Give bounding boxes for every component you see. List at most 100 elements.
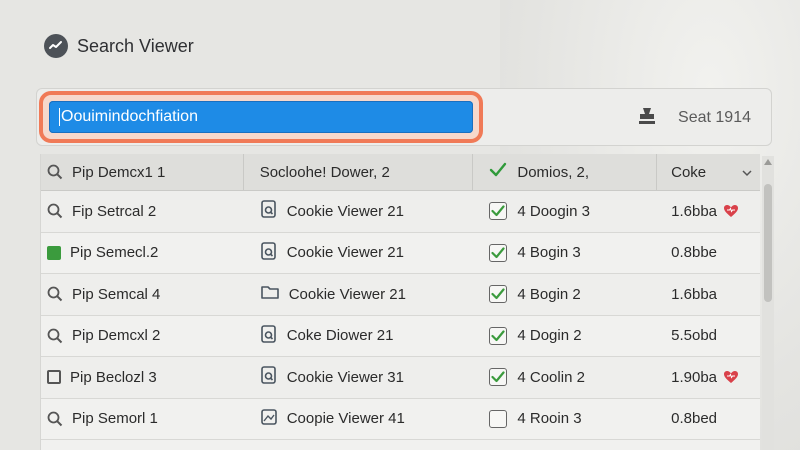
cell-name: Pip Beclozl 3 — [41, 357, 244, 398]
cell-name: Pip Semecl.2 — [41, 233, 244, 274]
size-wrapper: 0.8bed — [671, 410, 717, 427]
cell-text: Pip Semcal 4 — [72, 285, 161, 303]
size-wrapper: 1.90ba — [671, 369, 739, 386]
table-row[interactable]: Pip Semcal 4 Cookie Viewer 21 4 Bogin 2 1.6… — [41, 274, 760, 316]
cell-name: Fip Setrcal 2 — [41, 191, 244, 232]
cell-size: 1.90ba — [657, 357, 760, 398]
cell-text: 1.6bba — [671, 202, 718, 220]
cell-text: 0.8bbe — [671, 244, 718, 262]
document-search-icon — [260, 199, 278, 223]
vertical-scrollbar[interactable] — [762, 156, 774, 450]
checked-checkbox[interactable] — [489, 368, 508, 387]
cell-name: Pip Semcal 4 — [41, 274, 244, 315]
search-icon — [47, 164, 63, 180]
cell-name: Pip Semorl 1 — [41, 399, 244, 440]
size-wrapper: 5.5obd — [671, 327, 717, 344]
column-header-domain[interactable]: Domios, 2, — [473, 154, 658, 190]
pulse-chart-icon — [44, 34, 68, 58]
checkbox-square-icon — [47, 370, 61, 385]
cell-name: Pip Demcxl 2 — [41, 316, 244, 357]
table-row[interactable]: Pip Semecl.2 Cookie Viewer 21 4 Bogin 3 0.8… — [41, 232, 760, 274]
cell-text: 4 Dogin 2 — [517, 327, 582, 345]
cell-text: Coopie Viewer 41 — [286, 410, 405, 428]
search-toolbar: Oouimindochfiation Seat 1914 — [36, 88, 772, 146]
cell-viewer: Coke Diower 21 — [244, 316, 474, 357]
column-header-viewer[interactable]: Socloohe! Dower, 2 — [244, 154, 474, 190]
status-square-icon — [47, 245, 61, 260]
checked-checkbox[interactable] — [489, 326, 508, 345]
cell-domain: 4 Bogin 3 — [473, 233, 657, 274]
checked-checkbox[interactable] — [489, 285, 508, 304]
heart-pulse-icon[interactable] — [723, 370, 739, 384]
search-input-value: Oouimindochfiation — [61, 108, 198, 125]
column-header-name[interactable]: Pip Demcx1 1 — [41, 154, 244, 190]
cell-size: 0.8bed — [657, 399, 760, 440]
cell-text: Cookie Viewer 21 — [288, 285, 406, 303]
column-header-label: Domios, 2, — [517, 163, 590, 181]
table-header: Pip Demcx1 1 Socloohe! Dower, 2 Domios, … — [41, 154, 760, 191]
cell-text: Pip Demcxl 2 — [72, 327, 161, 345]
image-icon — [260, 408, 278, 430]
cell-viewer: Cookie Viewer 31 — [244, 357, 474, 398]
table-row[interactable]: Pip Demcxl 2 Coke Diower 21 4 Dogin 2 5.5ob… — [41, 315, 760, 357]
cell-text: 4 Bogin 3 — [517, 244, 581, 262]
table-body: Fip Setrcal 2 Cookie Viewer 21 4 Doogin 3 1… — [41, 191, 760, 440]
cell-text: Fip Setrcal 2 — [72, 202, 157, 220]
cell-text: 0.8bed — [671, 410, 718, 428]
search-icon — [47, 286, 63, 302]
search-icon — [47, 203, 63, 219]
folder-icon — [260, 284, 280, 304]
cell-viewer: Cookie Viewer 21 — [244, 191, 474, 232]
document-search-icon — [260, 324, 278, 348]
column-header-label: Pip Demcx1 1 — [72, 163, 166, 181]
column-header-label: Socloohe! Dower, 2 — [259, 163, 390, 181]
chevron-down-icon[interactable] — [742, 164, 752, 181]
checked-checkbox[interactable] — [489, 243, 508, 262]
search-input[interactable]: Oouimindochfiation — [49, 101, 473, 133]
results-table: Pip Demcx1 1 Socloohe! Dower, 2 Domios, … — [40, 154, 760, 450]
cell-text: Cookie Viewer 31 — [286, 368, 404, 386]
document-search-icon — [260, 365, 278, 389]
cell-size: 1.6bba — [657, 191, 760, 232]
cell-size: 5.5obd — [657, 316, 760, 357]
cell-viewer: Cookie Viewer 21 — [244, 274, 474, 315]
column-header-label: Coke — [671, 163, 707, 181]
cell-viewer: Coopie Viewer 41 — [244, 399, 474, 440]
cell-viewer: Cookie Viewer 21 — [244, 233, 474, 274]
cell-domain: 4 Doogin 3 — [473, 191, 657, 232]
cell-domain: 4 Dogin 2 — [473, 316, 657, 357]
cell-text: Coke Diower 21 — [286, 327, 394, 345]
cell-text: Pip Semorl 1 — [72, 410, 158, 428]
checkmark-icon — [489, 162, 507, 182]
scroll-thumb[interactable] — [764, 184, 772, 302]
seat-area: Seat 1914 — [636, 103, 751, 133]
cell-text: 4 Doogin 3 — [517, 202, 590, 220]
cell-text: 4 Coolin 2 — [517, 368, 585, 386]
cell-text: Pip Semecl.2 — [70, 244, 159, 262]
size-wrapper: 1.6bba — [671, 286, 717, 303]
cell-domain: 4 Rooin 3 — [473, 399, 657, 440]
cell-text: Cookie Viewer 21 — [286, 244, 404, 262]
size-wrapper: 0.8bbe — [671, 244, 717, 261]
cell-text: 5.5obd — [671, 327, 718, 345]
unchecked-checkbox[interactable] — [489, 409, 508, 428]
seat-label: Seat 1914 — [678, 109, 751, 126]
scroll-up-arrow-icon[interactable] — [764, 159, 772, 165]
table-row[interactable]: Fip Setrcal 2 Cookie Viewer 21 4 Doogin 3 1… — [41, 191, 760, 233]
cell-domain: 4 Coolin 2 — [473, 357, 657, 398]
search-icon — [47, 328, 63, 344]
table-row[interactable]: Pip Semorl 1 Coopie Viewer 41 4 Rooin 3 0.8… — [41, 398, 760, 440]
heart-pulse-icon[interactable] — [723, 204, 739, 218]
search-icon — [47, 411, 63, 427]
document-search-icon — [260, 241, 278, 265]
stamp-icon[interactable] — [636, 105, 658, 132]
cell-text: 1.6bba — [671, 285, 718, 303]
checked-checkbox[interactable] — [489, 202, 508, 221]
cell-domain: 4 Bogin 2 — [473, 274, 657, 315]
table-row[interactable]: Pip Beclozl 3 Cookie Viewer 31 4 Coolin 2 1… — [41, 357, 760, 399]
app-title: Search Viewer — [77, 35, 194, 56]
cell-text: 1.90ba — [671, 368, 718, 386]
column-header-size[interactable]: Coke — [657, 154, 760, 190]
search-focus-ring: Oouimindochfiation — [39, 91, 483, 143]
size-wrapper: 1.6bba — [671, 203, 739, 220]
